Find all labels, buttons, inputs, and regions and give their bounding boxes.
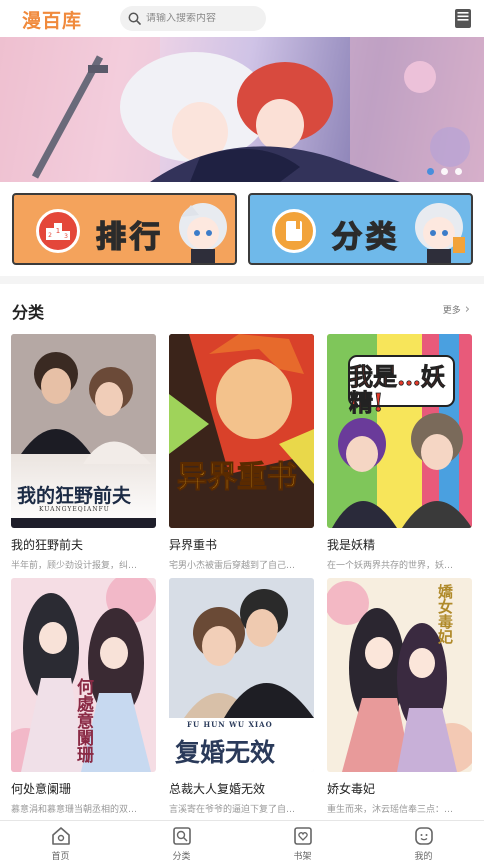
cover-art bbox=[169, 334, 314, 528]
comic-cover[interactable]: 异界重书 bbox=[169, 334, 314, 528]
comic-cover[interactable]: 何處意闌珊 bbox=[11, 578, 156, 772]
banner-artwork bbox=[0, 37, 484, 182]
comic-cover[interactable]: 我是…妖精! bbox=[327, 334, 472, 528]
search-input[interactable] bbox=[146, 13, 256, 24]
comic-title: 娇女毒妃 bbox=[327, 782, 376, 796]
comic-cover[interactable]: 嬌女毒妃 bbox=[327, 578, 472, 772]
ranking-label: 排行 bbox=[95, 219, 164, 256]
category-label: 分类 bbox=[331, 219, 400, 256]
comic-title: 何处意阑珊 bbox=[11, 782, 72, 796]
section-divider bbox=[0, 276, 484, 284]
more-link[interactable]: 更多 › bbox=[443, 302, 470, 317]
comic-card[interactable]: 我是…妖精! 我是妖精 在一个妖两界共存的世界，妖… bbox=[327, 334, 472, 571]
carousel-dot[interactable] bbox=[455, 168, 462, 175]
search-bar[interactable] bbox=[120, 6, 266, 31]
cover-title: 嬌女毒妃 bbox=[436, 584, 454, 644]
svg-text:2: 2 bbox=[48, 232, 52, 239]
search-icon bbox=[128, 12, 141, 25]
svg-text:1: 1 bbox=[56, 227, 60, 235]
entry-buttons: 1 2 3 排行 分类 bbox=[0, 193, 484, 265]
category-icon bbox=[172, 827, 191, 845]
svg-text:3: 3 bbox=[64, 233, 68, 240]
profile-face-icon bbox=[414, 827, 433, 845]
comic-card[interactable]: 何處意闌珊 何处意阑珊 慕意涓和慕意珊当朝丞相的双… bbox=[11, 578, 156, 815]
comic-card[interactable]: 异界重书 异界重书 宅男小杰被雷后穿越到了自己… bbox=[169, 334, 314, 571]
banner-carousel[interactable] bbox=[0, 37, 484, 182]
bottom-tab-bar: 首页 分类 书架 我的 bbox=[0, 820, 484, 862]
ranking-podium-icon: 1 2 3 bbox=[36, 209, 80, 253]
comic-card[interactable]: 我的狂野前夫 KUANGYEQIANFU 我的狂野前夫 半年前，顾少劲设计报复，… bbox=[11, 334, 156, 571]
comic-card[interactable]: FU HUN WU XIAO 复婚无效 总裁大人复婚无效 言溪寄在爷爷的逼迫下复… bbox=[169, 578, 314, 815]
book-icon[interactable] bbox=[454, 8, 472, 29]
tab-label: 我的 bbox=[414, 852, 433, 862]
more-label: 更多 bbox=[442, 306, 461, 316]
comic-description: 慕意涓和慕意珊当朝丞相的双… bbox=[11, 805, 138, 815]
carousel-dot[interactable] bbox=[427, 168, 434, 175]
category-button[interactable]: 分类 bbox=[248, 193, 473, 265]
comic-description: 在一个妖两界共存的世界，妖… bbox=[327, 561, 454, 571]
cover-subtitle: KUANGYEQIANFU bbox=[39, 506, 110, 513]
comic-title: 异界重书 bbox=[169, 538, 218, 552]
cover-title: 复婚无效 bbox=[175, 738, 276, 767]
comic-description: 半年前，顾少劲设计报复，纠… bbox=[11, 561, 138, 571]
cover-title: 异界重书 bbox=[177, 460, 298, 496]
comic-description: 言溪寄在爷爷的逼迫下复了自… bbox=[169, 805, 296, 815]
comic-cover[interactable]: FU HUN WU XIAO 复婚无效 bbox=[169, 578, 314, 772]
app-logo: 漫百库 bbox=[22, 10, 83, 32]
comic-title: 我的狂野前夫 bbox=[11, 538, 84, 552]
tab-label: 首页 bbox=[51, 852, 70, 862]
tab-bookshelf[interactable]: 书架 bbox=[242, 821, 363, 862]
category-book-icon bbox=[272, 209, 316, 253]
comic-card[interactable]: 嬌女毒妃 娇女毒妃 重生而来，沐云瑶信奉三点：… bbox=[327, 578, 472, 815]
bookshelf-icon bbox=[293, 827, 312, 845]
cover-subtitle: FU HUN WU XIAO bbox=[187, 720, 273, 729]
home-icon bbox=[51, 827, 70, 845]
tab-profile[interactable]: 我的 bbox=[363, 821, 484, 862]
section-title: 分类 bbox=[12, 303, 45, 322]
tab-label: 分类 bbox=[172, 852, 191, 862]
comic-cover[interactable]: 我的狂野前夫 KUANGYEQIANFU bbox=[11, 334, 156, 528]
carousel-indicator bbox=[427, 168, 462, 175]
comic-title: 总裁大人复婚无效 bbox=[169, 782, 266, 796]
tab-category[interactable]: 分类 bbox=[121, 821, 242, 862]
ranking-button[interactable]: 1 2 3 排行 bbox=[12, 193, 237, 265]
comic-description: 宅男小杰被雷后穿越到了自己… bbox=[169, 561, 296, 571]
cover-title: 我是…妖精! bbox=[349, 362, 446, 417]
chevron-right-icon: › bbox=[464, 302, 470, 317]
app-screen: 漫百库 请输入搜索内容 1 2 3 排行 分类 分类 更多 › 我的狂野前夫 K… bbox=[0, 0, 484, 862]
mascot-illustration bbox=[179, 203, 227, 263]
carousel-dot[interactable] bbox=[441, 168, 448, 175]
comic-title: 我是妖精 bbox=[327, 538, 376, 552]
top-header: 漫百库 bbox=[0, 0, 484, 37]
tab-label: 书架 bbox=[293, 852, 312, 862]
tab-home[interactable]: 首页 bbox=[0, 821, 121, 862]
cover-title: 我的狂野前夫 bbox=[17, 485, 132, 507]
mascot-illustration bbox=[415, 203, 465, 263]
cover-title: 何處意闌珊 bbox=[73, 678, 93, 763]
comic-description: 重生而来，沐云瑶信奉三点：… bbox=[327, 805, 454, 815]
